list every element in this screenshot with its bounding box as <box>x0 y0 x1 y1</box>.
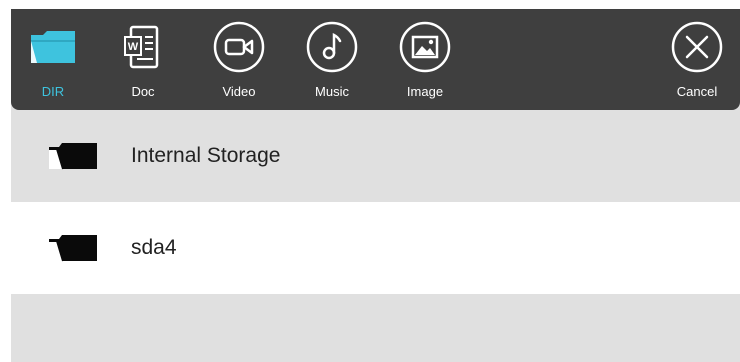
tab-image[interactable]: Image <box>397 19 453 109</box>
music-note-icon <box>304 19 360 75</box>
tab-doc[interactable]: W Doc <box>115 19 171 109</box>
tab-music[interactable]: Music <box>304 19 360 109</box>
list-item-sda4[interactable]: sda4 <box>11 202 740 294</box>
storage-list: Internal Storage sda4 <box>11 110 740 294</box>
cancel-button[interactable]: Cancel <box>669 19 725 109</box>
list-item-internal-storage[interactable]: Internal Storage <box>11 110 740 202</box>
tab-dir[interactable]: DIR <box>25 19 81 109</box>
tab-doc-label: Doc <box>131 84 155 99</box>
cancel-label: Cancel <box>676 84 718 99</box>
tab-dir-label: DIR <box>41 84 65 99</box>
list-item-label: Internal Storage <box>131 144 281 167</box>
tab-image-label: Image <box>406 84 444 99</box>
svg-text:W: W <box>128 41 139 53</box>
tab-music-label: Music <box>315 84 349 99</box>
toolbar: DIR W Doc Video Music Image Cancel <box>11 9 740 110</box>
list-item-label: sda4 <box>131 236 177 259</box>
tab-video-label: Video <box>222 84 256 99</box>
image-icon <box>397 19 453 75</box>
folder-icon <box>49 235 97 262</box>
close-icon <box>669 19 725 75</box>
word-document-icon: W <box>115 19 171 75</box>
video-camera-icon <box>211 19 267 75</box>
file-picker-dialog: DIR W Doc Video Music Image Cancel Inter… <box>11 9 740 362</box>
folder-icon <box>49 143 97 170</box>
tab-video[interactable]: Video <box>211 19 267 109</box>
folder-icon <box>25 19 81 75</box>
